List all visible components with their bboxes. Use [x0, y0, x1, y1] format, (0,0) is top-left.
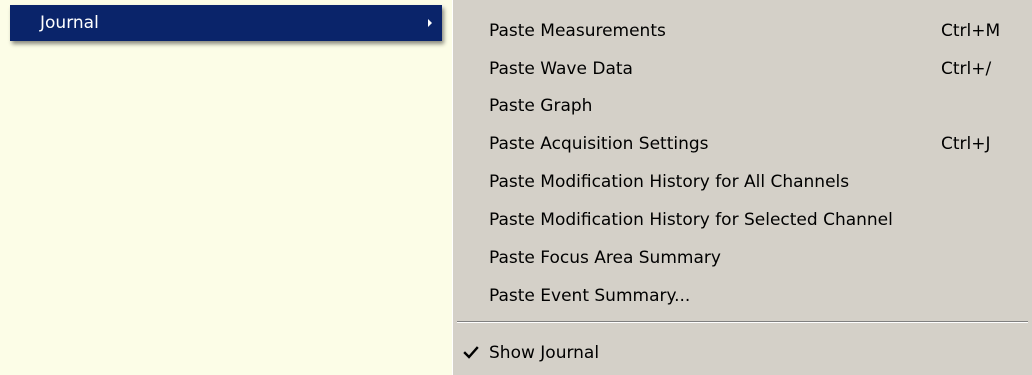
menu-item-paste-wave-data[interactable]: Paste Wave Data Ctrl+/ — [453, 50, 1032, 88]
menu-item-show-journal[interactable]: Show Journal — [453, 334, 1032, 372]
menu-item-label: Paste Acquisition Settings — [489, 134, 709, 154]
checkmark-icon — [462, 334, 480, 372]
menu-item-shortcut: Ctrl+J — [941, 134, 991, 154]
menu-item-journal-label: Journal — [40, 13, 99, 33]
menu-item-paste-modification-history-all[interactable]: Paste Modification History for All Chann… — [453, 163, 1032, 201]
menu-item-label: Show Journal — [489, 343, 600, 363]
journal-submenu: Paste Measurements Ctrl+M Paste Wave Dat… — [452, 0, 1032, 375]
menu-item-label: Paste Focus Area Summary — [489, 248, 721, 268]
menu-item-paste-focus-area-summary[interactable]: Paste Focus Area Summary — [453, 239, 1032, 277]
menu-item-label: Paste Measurements — [489, 21, 666, 41]
menu-stage: Journal Paste Measurements Ctrl+M Paste … — [0, 0, 1032, 375]
menu-item-label: Paste Graph — [489, 96, 593, 116]
menu-item-paste-graph[interactable]: Paste Graph — [453, 87, 1032, 125]
menu-item-paste-modification-history-selected[interactable]: Paste Modification History for Selected … — [453, 201, 1032, 239]
menu-item-label: Paste Modification History for All Chann… — [489, 172, 850, 192]
menu-separator — [457, 321, 1028, 323]
menu-item-paste-event-summary[interactable]: Paste Event Summary... — [453, 277, 1032, 315]
menu-item-label: Paste Wave Data — [489, 59, 633, 79]
menu-item-paste-measurements[interactable]: Paste Measurements Ctrl+M — [453, 12, 1032, 50]
menu-item-journal[interactable]: Journal — [10, 5, 442, 41]
menu-item-shortcut: Ctrl+M — [941, 21, 1001, 41]
menu-item-paste-acquisition-settings[interactable]: Paste Acquisition Settings Ctrl+J — [453, 125, 1032, 163]
menu-item-label: Paste Event Summary... — [489, 286, 691, 306]
menu-item-label: Paste Modification History for Selected … — [489, 210, 893, 230]
menu-item-shortcut: Ctrl+/ — [941, 59, 992, 79]
parent-menu: Journal — [0, 0, 452, 375]
submenu-arrow-icon — [428, 19, 432, 27]
